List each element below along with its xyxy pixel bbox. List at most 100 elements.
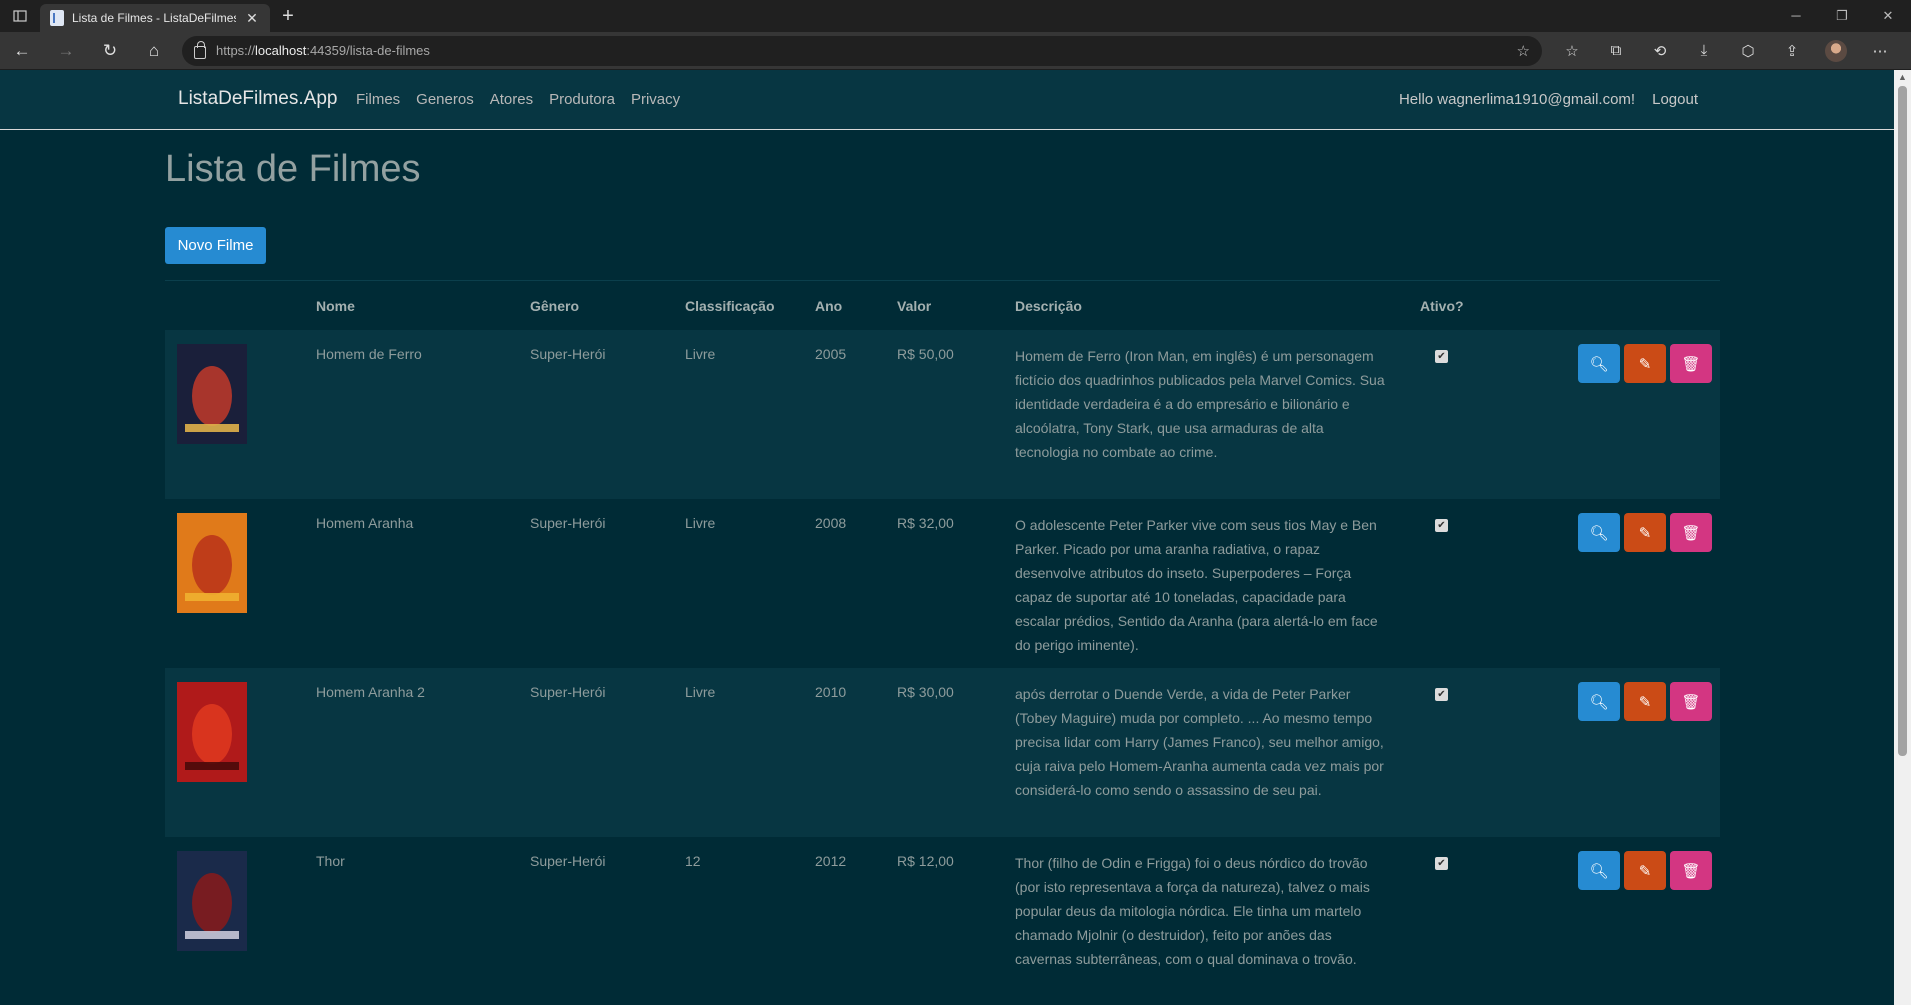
- cell-valor: R$ 12,00: [897, 853, 954, 869]
- poster-image: [177, 344, 247, 444]
- cell-nome: Homem Aranha 2: [316, 684, 425, 700]
- browser-tab-bar: Lista de Filmes - ListaDeFilmes.A ✕ + ─ …: [0, 0, 1911, 32]
- url-scheme: https://: [216, 43, 256, 58]
- pencil-icon: ✎: [1638, 862, 1652, 880]
- user-greeting[interactable]: Hello wagnerlima1910@gmail.com!: [1399, 91, 1635, 108]
- nav-link-atores[interactable]: Atores: [490, 91, 533, 108]
- search-icon: 🔍︎: [1589, 693, 1609, 711]
- tab-actions-icon[interactable]: [0, 0, 40, 32]
- nav-link-filmes[interactable]: Filmes: [356, 91, 400, 108]
- profile-avatar[interactable]: [1814, 32, 1858, 70]
- trash-icon: 🗑︎: [1681, 862, 1701, 880]
- browser-tab[interactable]: Lista de Filmes - ListaDeFilmes.A ✕: [40, 4, 270, 32]
- cell-ano: 2005: [815, 346, 847, 362]
- edit-button[interactable]: ✎: [1624, 513, 1666, 552]
- more-options-icon[interactable]: ⋯: [1858, 32, 1902, 70]
- brand-link[interactable]: ListaDeFilmes.App: [178, 88, 337, 110]
- edit-button[interactable]: ✎: [1624, 851, 1666, 890]
- delete-button[interactable]: 🗑︎: [1670, 682, 1712, 721]
- trash-icon: 🗑︎: [1681, 355, 1701, 373]
- cell-ano: 2008: [815, 515, 847, 531]
- cell-ano: 2012: [815, 853, 847, 869]
- delete-button[interactable]: 🗑︎: [1670, 513, 1712, 552]
- cell-descricao: Thor (filho de Odin e Frigga) foi o deus…: [1015, 855, 1370, 967]
- back-icon[interactable]: ←: [0, 32, 44, 70]
- edit-button[interactable]: ✎: [1624, 682, 1666, 721]
- search-icon: 🔍︎: [1589, 355, 1609, 373]
- header-descricao: Descrição: [1015, 298, 1082, 314]
- row-actions: 🔍︎ ✎ 🗑︎: [1578, 682, 1712, 721]
- cell-valor: R$ 50,00: [897, 346, 954, 362]
- collections-icon[interactable]: ⧉: [1594, 32, 1638, 70]
- cell-descricao: Homem de Ferro (Iron Man, em inglês) é u…: [1015, 348, 1385, 460]
- pencil-icon: ✎: [1638, 355, 1652, 373]
- search-icon: 🔍︎: [1589, 524, 1609, 542]
- view-button[interactable]: 🔍︎: [1578, 513, 1620, 552]
- cell-descricao: O adolescente Peter Parker vive com seus…: [1015, 517, 1378, 653]
- url-path: :44359/lista-de-filmes: [306, 43, 430, 58]
- page-scrollbar[interactable]: ▲: [1894, 70, 1911, 1005]
- close-tab-icon[interactable]: ✕: [244, 10, 260, 27]
- close-window-icon[interactable]: ✕: [1865, 8, 1911, 24]
- table-header: Nome Gênero Classificação Ano Valor Desc…: [165, 280, 1720, 330]
- nav-link-privacy[interactable]: Privacy: [631, 91, 680, 108]
- url-text[interactable]: https://localhost:44359/lista-de-filmes: [216, 43, 430, 58]
- cell-classificacao: Livre: [685, 515, 716, 531]
- cell-valor: R$ 30,00: [897, 684, 954, 700]
- browser-tools: ☆ ⧉ ⟲ ⤓ ⬡ ⇪ ⋯: [1550, 32, 1902, 70]
- pencil-icon: ✎: [1638, 524, 1652, 542]
- cell-valor: R$ 32,00: [897, 515, 954, 531]
- logout-link[interactable]: Logout: [1652, 91, 1698, 108]
- address-bar[interactable]: https://localhost:44359/lista-de-filmes …: [182, 35, 1542, 66]
- home-icon[interactable]: ⌂: [132, 32, 176, 70]
- url-host: localhost: [255, 43, 307, 58]
- page-title: Lista de Filmes: [165, 148, 421, 190]
- app-navbar: ListaDeFilmes.App Filmes Generos Atores …: [0, 70, 1894, 130]
- add-favorite-icon[interactable]: ☆: [1517, 42, 1530, 60]
- search-icon: 🔍︎: [1589, 862, 1609, 880]
- delete-button[interactable]: 🗑︎: [1670, 851, 1712, 890]
- extensions-icon[interactable]: ⬡: [1726, 32, 1770, 70]
- lock-icon[interactable]: [194, 41, 206, 59]
- edit-button[interactable]: ✎: [1624, 344, 1666, 383]
- favorites-icon[interactable]: ☆: [1550, 32, 1594, 70]
- ativo-checkbox: ✔: [1435, 519, 1448, 532]
- table-row: Homem de Ferro Super-Herói Livre 2005 R$…: [165, 330, 1720, 499]
- nav-link-produtora[interactable]: Produtora: [549, 91, 615, 108]
- ativo-checkbox: ✔: [1435, 857, 1448, 870]
- novo-filme-button[interactable]: Novo Filme: [165, 227, 266, 264]
- table-row: Homem Aranha 2 Super-Herói Livre 2010 R$…: [165, 668, 1720, 837]
- header-ano: Ano: [815, 298, 843, 314]
- downloads-icon[interactable]: ⤓: [1682, 32, 1726, 70]
- view-button[interactable]: 🔍︎: [1578, 344, 1620, 383]
- table-row: Homem Aranha Super-Herói Livre 2008 R$ 3…: [165, 499, 1720, 668]
- poster-image: [177, 513, 247, 613]
- browser-toolbar: ← → ↻ ⌂ https://localhost:44359/lista-de…: [0, 32, 1911, 70]
- new-tab-icon[interactable]: +: [270, 5, 306, 28]
- cell-nome: Homem de Ferro: [316, 346, 422, 362]
- view-button[interactable]: 🔍︎: [1578, 682, 1620, 721]
- refresh-icon[interactable]: ↻: [88, 32, 132, 70]
- cell-genero: Super-Herói: [530, 515, 606, 531]
- scrollbar-thumb[interactable]: [1898, 86, 1907, 756]
- forward-icon[interactable]: →: [44, 32, 88, 70]
- trash-icon: 🗑︎: [1681, 524, 1701, 542]
- nav-links: Filmes Generos Atores Produtora Privacy: [356, 91, 680, 108]
- ativo-checkbox: ✔: [1435, 688, 1448, 701]
- trash-icon: 🗑︎: [1681, 693, 1701, 711]
- cell-classificacao: Livre: [685, 684, 716, 700]
- history-icon[interactable]: ⟲: [1638, 32, 1682, 70]
- nav-link-generos[interactable]: Generos: [416, 91, 474, 108]
- view-button[interactable]: 🔍︎: [1578, 851, 1620, 890]
- minimize-icon[interactable]: ─: [1773, 8, 1819, 24]
- cell-classificacao: 12: [685, 853, 701, 869]
- page-favicon-icon: [50, 10, 64, 26]
- delete-button[interactable]: 🗑︎: [1670, 344, 1712, 383]
- row-actions: 🔍︎ ✎ 🗑︎: [1578, 513, 1712, 552]
- scroll-up-icon[interactable]: ▲: [1894, 72, 1911, 82]
- share-icon[interactable]: ⇪: [1770, 32, 1814, 70]
- poster-image: [177, 682, 247, 782]
- restore-icon[interactable]: ❐: [1819, 8, 1865, 24]
- header-genero: Gênero: [530, 298, 580, 314]
- cell-genero: Super-Herói: [530, 346, 606, 362]
